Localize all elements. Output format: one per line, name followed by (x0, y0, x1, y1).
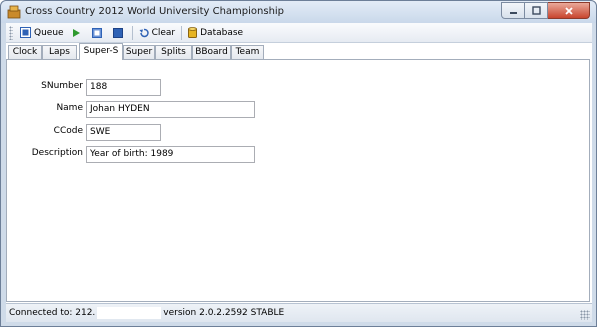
minimize-button[interactable] (501, 2, 525, 19)
maximize-icon (531, 6, 541, 15)
tab-bboard[interactable]: BBoard (192, 45, 231, 59)
play-button[interactable] (68, 24, 88, 42)
app-icon (7, 5, 21, 19)
toolbar-separator (181, 25, 183, 40)
main-window: Cross Country 2012 World University Cham… (0, 0, 597, 327)
close-button[interactable] (548, 2, 590, 19)
ccode-label: CCode (53, 126, 83, 136)
title-bar[interactable]: Cross Country 2012 World University Cham… (1, 1, 596, 23)
connection-status: Connected to: 212. (9, 308, 96, 318)
name-label: Name (56, 103, 83, 113)
version-status: version 2.0.2.2592 STABLE (163, 308, 285, 318)
database-icon (188, 27, 198, 38)
tab-team[interactable]: Team (231, 45, 264, 59)
super-s-panel: SNumber 188 Name Johan HYDEN CCode SWE D… (6, 59, 590, 302)
database-button[interactable]: Database (184, 24, 247, 42)
queue-button[interactable]: Queue (16, 24, 68, 42)
step-icon (91, 27, 102, 38)
maximize-button[interactable] (525, 2, 548, 19)
tab-strip: Clock Laps Super-S Super Splits BBoard T… (6, 43, 592, 60)
database-label: Database (200, 27, 244, 38)
tab-splits[interactable]: Splits (155, 45, 192, 59)
snumber-field[interactable]: 188 (86, 79, 161, 96)
stop-icon (112, 27, 123, 38)
step-button[interactable] (88, 24, 109, 42)
name-field[interactable]: Johan HYDEN (86, 101, 255, 118)
queue-label: Queue (34, 27, 64, 38)
description-field[interactable]: Year of birth: 1989 (86, 146, 255, 163)
ccode-field[interactable]: SWE (86, 124, 161, 141)
tab-super-s[interactable]: Super-S (79, 43, 123, 60)
clear-label: Clear (151, 27, 176, 38)
description-label: Description (31, 148, 83, 158)
snumber-label: SNumber (41, 81, 83, 91)
queue-icon (20, 27, 31, 38)
clear-button[interactable]: Clear (135, 24, 180, 42)
toolbar-grip[interactable] (9, 25, 13, 40)
play-icon (72, 28, 80, 37)
tab-laps[interactable]: Laps (42, 45, 77, 59)
stop-button[interactable] (109, 24, 130, 42)
tab-super[interactable]: Super (123, 45, 155, 59)
client-area: Queue Clear Database Clock Laps Super-S … (6, 23, 592, 322)
status-bar: Connected to: 212. version 2.0.2.2592 STA… (6, 303, 592, 322)
redacted-address (97, 306, 162, 319)
resize-grip[interactable] (580, 310, 590, 320)
tab-clock[interactable]: Clock (8, 45, 42, 59)
minimize-icon (509, 12, 517, 14)
window-title: Cross Country 2012 World University Cham… (25, 6, 285, 17)
toolbar-separator (131, 25, 133, 40)
close-icon (564, 6, 573, 15)
clear-icon (139, 28, 149, 37)
toolbar: Queue Clear Database (6, 23, 592, 43)
